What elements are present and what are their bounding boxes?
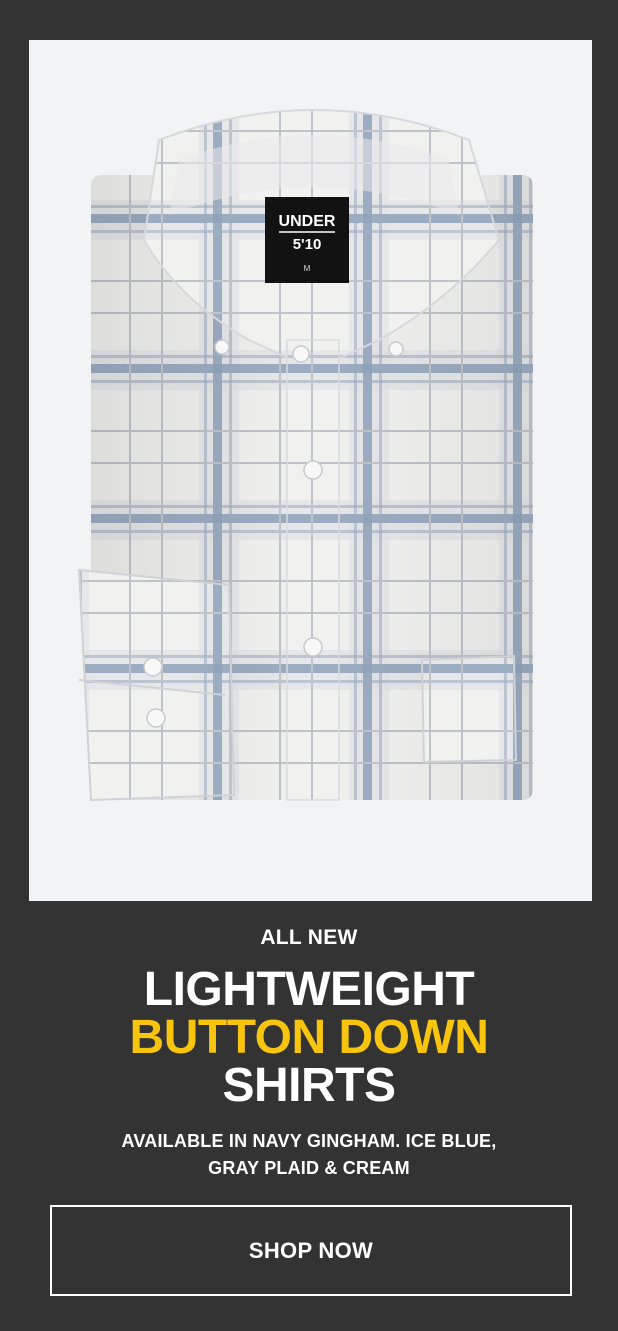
product-image[interactable]: UNDER 5'10 M [29, 40, 592, 901]
tag-line-2: 5'10 [293, 236, 322, 253]
headline-line-1: LIGHTWEIGHT [143, 963, 475, 1016]
headline: LIGHTWEIGHT BUTTON DOWN SHIRTS [0, 966, 618, 1110]
headline-line-2: BUTTON DOWN [129, 1011, 489, 1064]
headline-line-3: SHIRTS [222, 1059, 396, 1112]
subcopy: AVAILABLE IN NAVY GINGHAM. ICE BLUE, GRA… [0, 1128, 618, 1182]
subcopy-line-1: AVAILABLE IN NAVY GINGHAM. ICE BLUE, [121, 1131, 497, 1151]
tag-line-1: UNDER [279, 213, 336, 230]
promo-copy: ALL NEW LIGHTWEIGHT BUTTON DOWN SHIRTS A… [0, 918, 618, 1182]
subcopy-line-2: GRAY PLAID & CREAM [208, 1158, 410, 1178]
tag-size: M [304, 264, 311, 273]
eyebrow-text: ALL NEW [260, 926, 358, 949]
brand-tag: UNDER 5'10 M [265, 197, 349, 283]
shop-now-button[interactable]: SHOP NOW [50, 1205, 572, 1296]
